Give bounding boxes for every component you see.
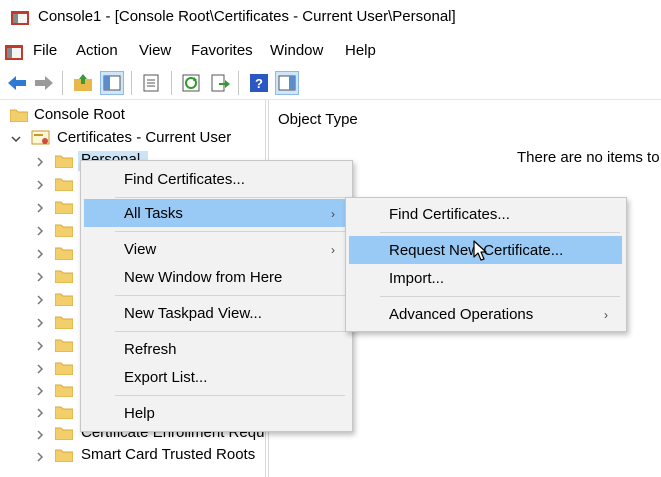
menu-item-refresh[interactable]: Refresh: [124, 341, 177, 358]
folder-icon: [55, 316, 73, 329]
context-menu: Find Certificates... All Tasks › View › …: [80, 160, 353, 432]
menu-item-help[interactable]: Help: [124, 405, 155, 422]
menu-action[interactable]: Action: [76, 42, 118, 59]
tree-item-console-root[interactable]: Console Root: [34, 106, 125, 123]
folder-icon: [55, 247, 73, 260]
submenu-item-advanced-operations[interactable]: Advanced Operations: [389, 306, 533, 323]
menu-item-view[interactable]: View: [124, 241, 156, 258]
folder-icon: [55, 449, 73, 462]
folder-icon: [55, 384, 73, 397]
menu-item-new-window-from-here[interactable]: New Window from Here: [124, 269, 282, 286]
submenu-arrow-icon: ›: [331, 207, 335, 221]
chevron-right-icon[interactable]: [35, 452, 45, 462]
all-tasks-submenu: Find Certificates... Request New Certifi…: [345, 197, 627, 332]
folder-icon: [10, 109, 28, 122]
chevron-right-icon[interactable]: [35, 408, 45, 418]
chevron-right-icon[interactable]: [35, 318, 45, 328]
folder-icon: [55, 201, 73, 214]
toolbar-separator: [238, 71, 239, 95]
menu-separator: [380, 232, 620, 233]
empty-list-message: There are no items to: [517, 149, 660, 166]
folder-icon: [55, 406, 73, 419]
column-header-object-type[interactable]: Object Type: [278, 111, 358, 128]
chevron-right-icon[interactable]: [35, 430, 45, 440]
console-menu-icon[interactable]: [4, 42, 24, 62]
chevron-right-icon[interactable]: [35, 386, 45, 396]
tree-item-smart-card-trusted-roots[interactable]: Smart Card Trusted Roots: [81, 446, 255, 463]
submenu-item-find-certificates[interactable]: Find Certificates...: [389, 206, 510, 223]
menu-item-all-tasks[interactable]: All Tasks: [124, 205, 183, 222]
menu-item-new-taskpad-view[interactable]: New Taskpad View...: [124, 305, 262, 322]
menu-separator: [115, 231, 345, 232]
folder-icon: [55, 178, 73, 191]
certificate-store-icon: [31, 130, 50, 145]
mmc-app-icon: [11, 11, 29, 25]
folder-icon: [55, 270, 73, 283]
menu-separator: [115, 395, 345, 396]
menu-separator: [115, 197, 345, 198]
mouse-cursor-icon: [473, 240, 487, 261]
toolbar-separator: [62, 71, 63, 95]
back-icon[interactable]: [6, 72, 28, 94]
forward-icon[interactable]: [33, 72, 55, 94]
folder-icon: [55, 427, 73, 440]
chevron-right-icon[interactable]: [35, 272, 45, 282]
folder-icon: [55, 155, 73, 168]
chevron-down-icon[interactable]: [11, 134, 21, 144]
show-hide-tree-icon[interactable]: [100, 71, 124, 95]
properties-icon[interactable]: [140, 72, 162, 94]
submenu-item-import[interactable]: Import...: [389, 270, 444, 287]
chevron-right-icon[interactable]: [35, 203, 45, 213]
menu-separator: [115, 331, 345, 332]
window-title: Console1 - [Console Root\Certificates - …: [38, 8, 456, 25]
up-folder-icon[interactable]: [72, 72, 94, 94]
submenu-arrow-icon: ›: [604, 308, 608, 322]
menu-window[interactable]: Window: [270, 42, 323, 59]
chevron-right-icon[interactable]: [35, 226, 45, 236]
submenu-arrow-icon: ›: [331, 243, 335, 257]
menu-favorites[interactable]: Favorites: [191, 42, 253, 59]
folder-icon: [55, 339, 73, 352]
chevron-right-icon[interactable]: [35, 295, 45, 305]
toolbar: [0, 65, 661, 100]
tree-item-certificates-current-user[interactable]: Certificates - Current User: [57, 129, 231, 146]
refresh-icon[interactable]: [180, 72, 202, 94]
toolbar-separator: [171, 71, 172, 95]
toolbar-separator: [131, 71, 132, 95]
chevron-right-icon[interactable]: [35, 249, 45, 259]
chevron-right-icon[interactable]: [35, 157, 45, 167]
menu-separator: [380, 296, 620, 297]
help-icon[interactable]: ?: [248, 72, 270, 94]
menu-help[interactable]: Help: [345, 42, 376, 59]
chevron-right-icon[interactable]: [35, 180, 45, 190]
menu-file[interactable]: File: [33, 42, 57, 59]
menu-item-find-certificates[interactable]: Find Certificates...: [124, 171, 245, 188]
export-list-icon[interactable]: [209, 72, 231, 94]
folder-icon: [55, 362, 73, 375]
chevron-right-icon[interactable]: [35, 341, 45, 351]
folder-icon: [55, 293, 73, 306]
title-bar: Console1 - [Console Root\Certificates - …: [0, 0, 661, 38]
svg-text:?: ?: [255, 76, 263, 91]
folder-icon: [55, 224, 73, 237]
menu-separator: [115, 295, 345, 296]
show-action-pane-icon[interactable]: [275, 71, 299, 95]
menu-item-export-list[interactable]: Export List...: [124, 369, 207, 386]
menu-view[interactable]: View: [139, 42, 171, 59]
chevron-right-icon[interactable]: [35, 364, 45, 374]
